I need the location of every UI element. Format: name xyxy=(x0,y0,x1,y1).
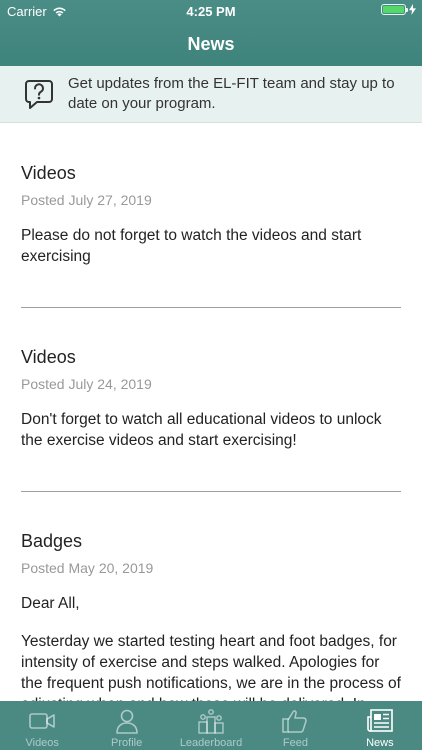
post-title: Videos xyxy=(21,347,76,367)
tab-bar: Videos Profile Leaderboard Feed News xyxy=(0,701,422,750)
status-time: 4:25 PM xyxy=(186,4,236,19)
news-list[interactable]: Videos Posted July 27, 2019 Please do no… xyxy=(0,124,422,701)
post-paragraph: Don't forget to watch all educational vi… xyxy=(21,411,382,449)
tab-leaderboard[interactable]: Leaderboard xyxy=(169,701,253,750)
post-title: Videos xyxy=(21,163,76,183)
charging-bolt-icon xyxy=(409,4,416,15)
tab-news[interactable]: News xyxy=(338,701,422,750)
profile-icon xyxy=(115,709,138,734)
status-right xyxy=(381,4,416,15)
navigation-header: Carrier 4:25 PM News xyxy=(0,0,422,66)
tab-label: Leaderboard xyxy=(179,737,243,749)
question-chat-icon xyxy=(25,80,53,109)
post-date: Posted May 20, 2019 xyxy=(21,560,154,576)
tab-label: News xyxy=(366,737,394,749)
post-body: Dear All, Yesterday we started testing h… xyxy=(21,593,401,701)
tab-feed[interactable]: Feed xyxy=(253,701,337,750)
thumbs-up-icon xyxy=(282,710,308,733)
tab-profile[interactable]: Profile xyxy=(84,701,168,750)
tab-label: Profile xyxy=(111,737,143,749)
news-post: Videos Posted July 24, 2019 Don't forget… xyxy=(0,308,422,451)
tab-label: Feed xyxy=(282,737,308,749)
newspaper-icon xyxy=(367,709,393,732)
page-title: News xyxy=(187,34,235,54)
tab-videos[interactable]: Videos xyxy=(0,701,84,750)
post-date: Posted July 27, 2019 xyxy=(21,192,152,208)
post-paragraph: Yesterday we started testing heart and f… xyxy=(21,633,401,701)
battery-fill xyxy=(383,6,404,13)
battery-icon xyxy=(381,4,408,15)
post-title: Badges xyxy=(21,531,83,551)
post-date: Posted July 24, 2019 xyxy=(21,376,152,392)
post-body: Don't forget to watch all educational vi… xyxy=(21,409,401,451)
news-post: Badges Posted May 20, 2019 Dear All, Yes… xyxy=(0,492,422,701)
post-body: Please do not forget to watch the videos… xyxy=(21,225,401,267)
news-post: Videos Posted July 27, 2019 Please do no… xyxy=(0,124,422,267)
video-camera-icon xyxy=(29,713,56,729)
post-paragraph: Please do not forget to watch the videos… xyxy=(21,227,362,265)
tab-label: Videos xyxy=(25,737,59,749)
status-bar: Carrier 4:25 PM xyxy=(0,0,422,22)
info-banner: Get updates from the EL-FIT team and sta… xyxy=(0,66,422,123)
leaderboard-icon xyxy=(198,709,224,734)
post-paragraph: Dear All, xyxy=(21,595,80,612)
banner-text: Get updates from the EL-FIT team and sta… xyxy=(68,75,395,112)
